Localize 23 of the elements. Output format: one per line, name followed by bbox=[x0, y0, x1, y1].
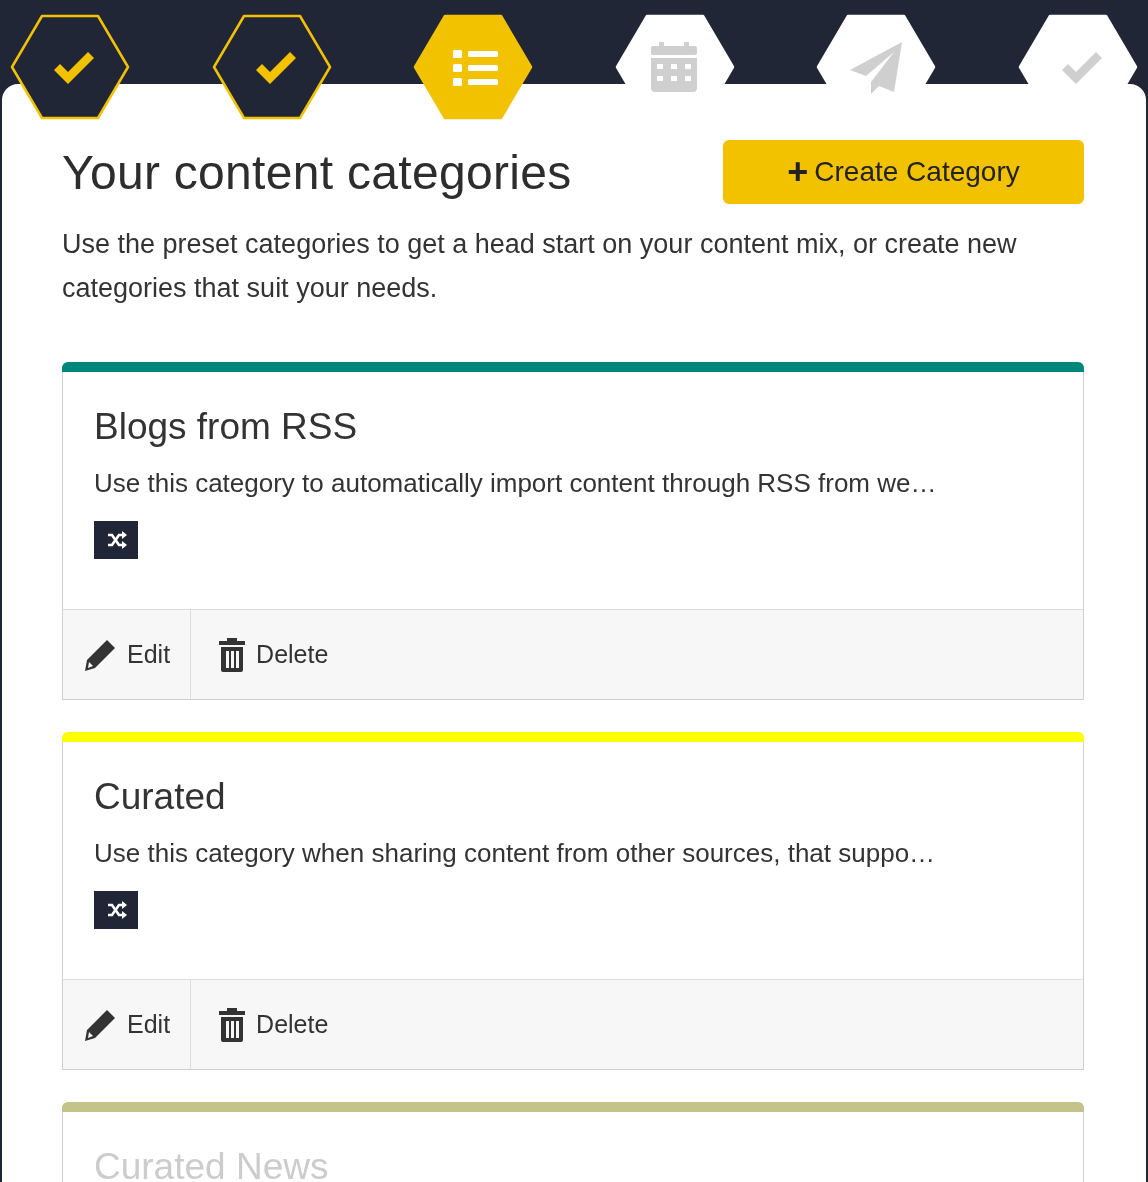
delete-button[interactable]: Delete bbox=[191, 980, 349, 1069]
shuffle-icon bbox=[94, 521, 138, 559]
create-category-button[interactable]: + Create Category bbox=[723, 140, 1084, 204]
category-title: Blogs from RSS bbox=[94, 406, 359, 448]
edit-button[interactable]: Edit bbox=[63, 980, 192, 1069]
delete-button[interactable]: Delete bbox=[191, 610, 349, 699]
page-description: Use the preset categories to get a head start on your content mix, or create new categories that suit your needs. bbox=[62, 228, 1018, 305]
calendar-icon bbox=[650, 42, 697, 92]
category-title: Curated bbox=[94, 776, 227, 818]
send-icon bbox=[850, 42, 903, 94]
page-title: Your content categories bbox=[62, 144, 572, 200]
category-description: Use this category to automatically import content through RSS from we… bbox=[94, 468, 938, 499]
step-icon[interactable] bbox=[413, 14, 534, 120]
edit-button[interactable]: Edit bbox=[63, 610, 192, 699]
category-description: Use this category when sharing content from other sources, that suppo… bbox=[94, 838, 937, 869]
pencil-icon bbox=[83, 1007, 117, 1042]
trash-icon bbox=[218, 636, 247, 673]
shuffle-icon bbox=[94, 891, 138, 929]
list-icon bbox=[453, 50, 499, 86]
pencil-icon bbox=[83, 637, 117, 672]
step-icon[interactable] bbox=[10, 14, 130, 120]
step-icon[interactable] bbox=[211, 14, 332, 120]
trash-icon bbox=[218, 1006, 247, 1043]
